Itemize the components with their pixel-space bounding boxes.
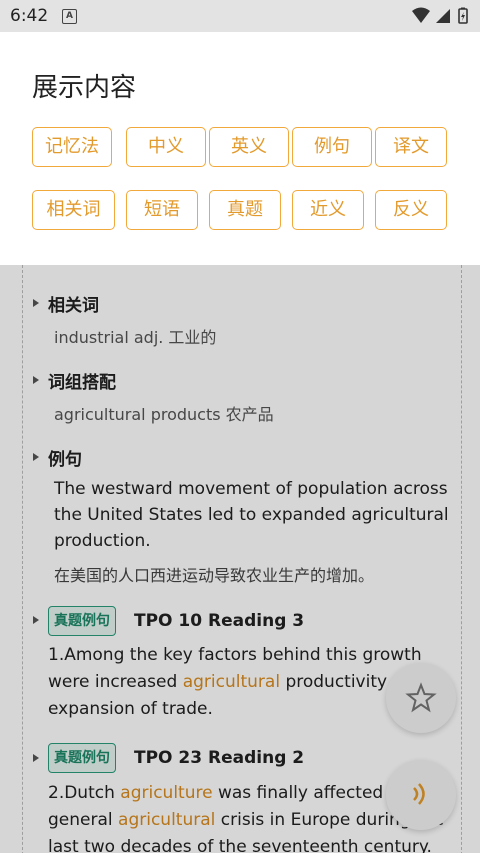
- panel-title: 展示内容: [32, 73, 137, 103]
- option-synonyms[interactable]: 近义: [292, 190, 364, 230]
- option-related-words[interactable]: 相关词: [32, 190, 115, 230]
- option-antonyms[interactable]: 反义: [375, 190, 447, 230]
- option-chinese-meaning[interactable]: 中义: [126, 127, 206, 167]
- option-real-exam[interactable]: 真题: [209, 190, 281, 230]
- notification-icon: A: [62, 9, 77, 24]
- status-bar: 6:42 A: [0, 0, 480, 32]
- battery-icon: [458, 7, 468, 24]
- option-english-meaning[interactable]: 英义: [209, 127, 289, 167]
- system-icons: [410, 6, 472, 30]
- option-memory-method[interactable]: 记忆法: [32, 127, 112, 167]
- option-translation[interactable]: 译文: [375, 127, 447, 167]
- signal-icon: [436, 9, 450, 23]
- wifi-icon: [412, 7, 430, 23]
- modal-scrim[interactable]: [0, 265, 480, 853]
- status-time: 6:42: [10, 6, 49, 26]
- option-example[interactable]: 例句: [292, 127, 372, 167]
- option-phrases[interactable]: 短语: [126, 190, 198, 230]
- display-options-panel: 展示内容 记忆法 中义 英义 例句 译文 相关词 短语 真题 近义 反义: [0, 32, 480, 265]
